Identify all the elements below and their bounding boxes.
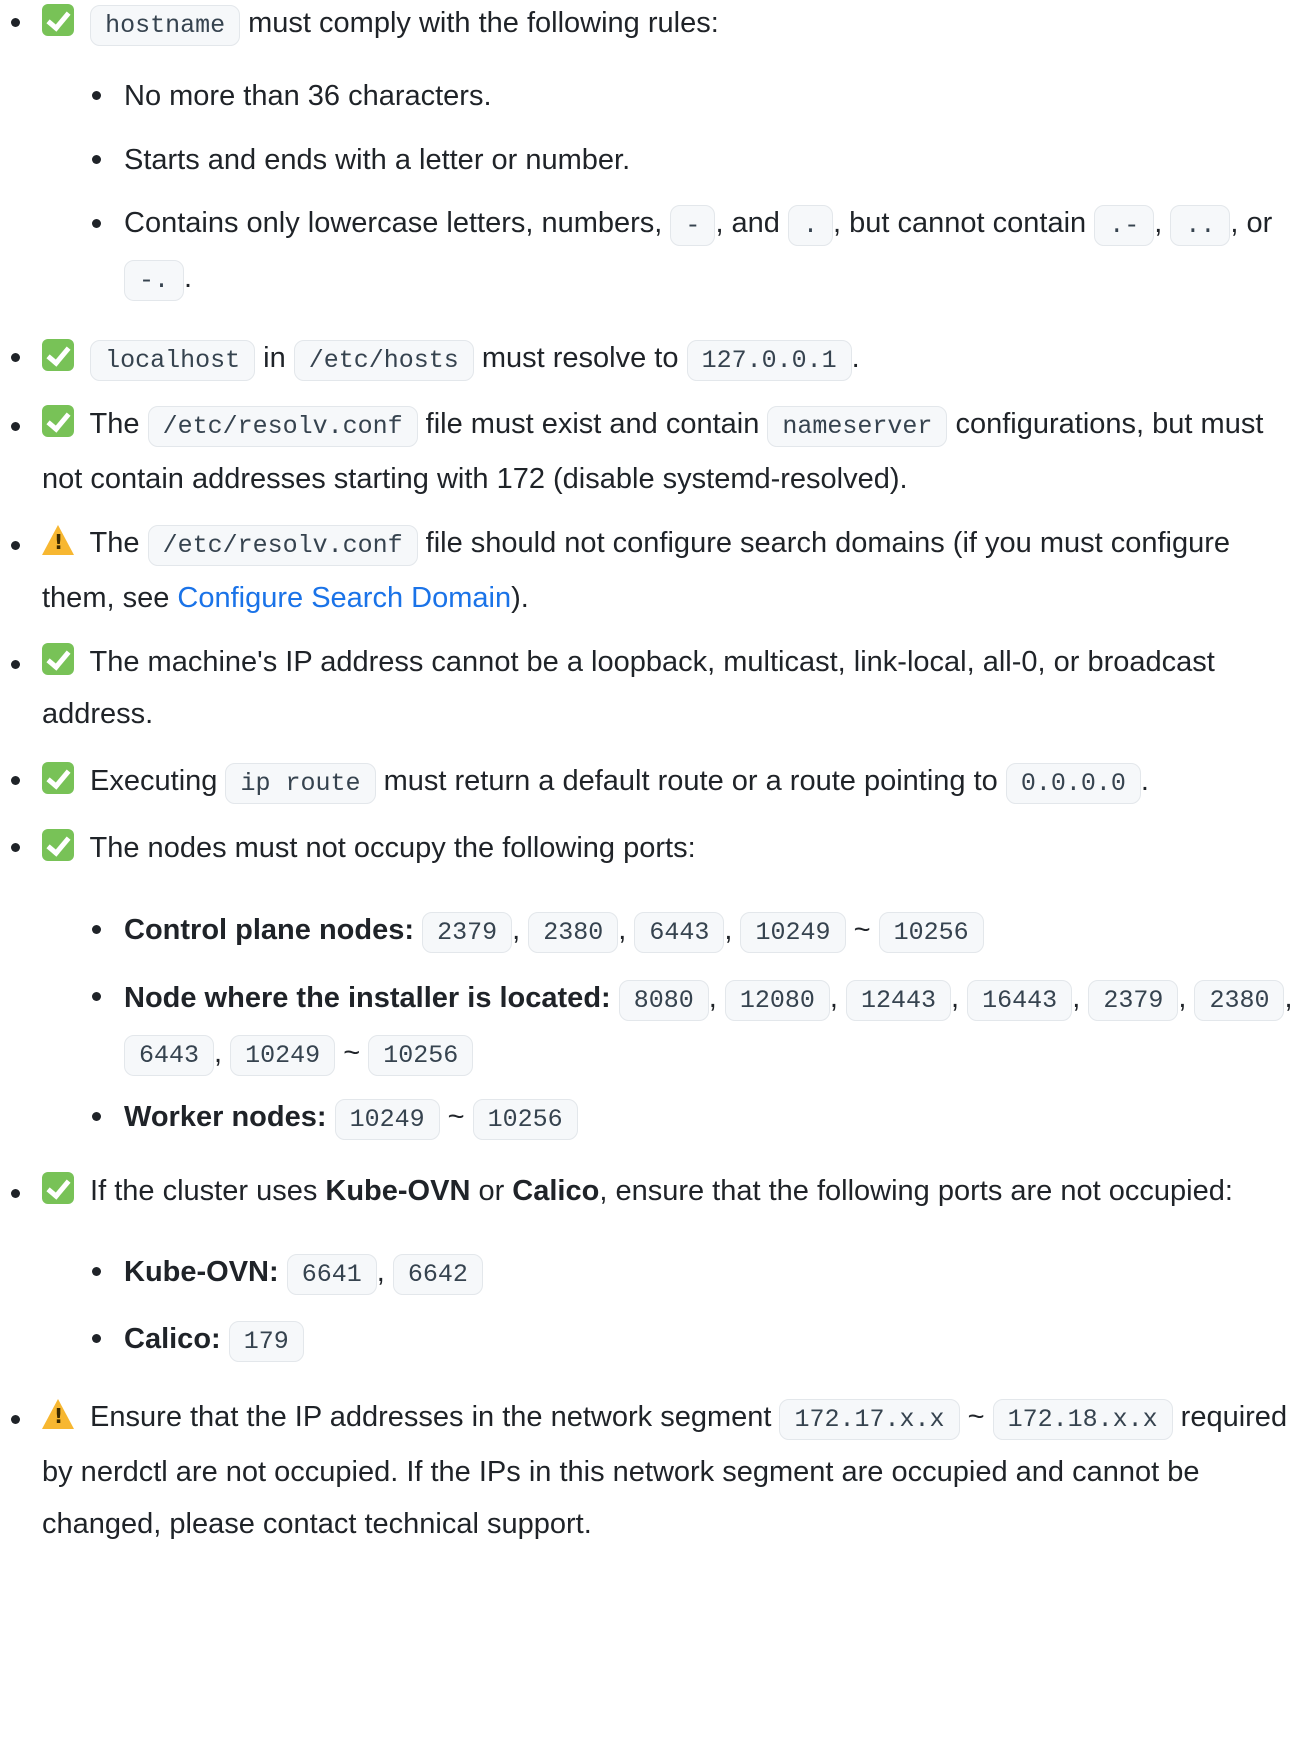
list-item-ip-address: The machine's IP address cannot be a loo… [0,636,1306,740]
configure-search-domain-link[interactable]: Configure Search Domain [177,582,511,614]
port-code: 10256 [472,1099,578,1140]
code-resolv-conf: /etc/resolv.conf [147,525,418,566]
port-code: 6642 [392,1254,483,1295]
list-item-hostname: hostname must comply with the following … [0,0,1306,307]
check-icon [42,643,74,675]
port-code: 12443 [846,980,952,1021]
code-nameserver: nameserver [767,406,948,447]
list-item-worker-ports: Worker nodes: 10249 ~ 10256 [82,1088,1306,1149]
hostname-rules-sublist: No more than 36 characters. Starts and e… [82,67,1306,307]
list-item-installer-ports: Node where the installer is located: 808… [82,968,1306,1082]
port-code: 6443 [124,1035,215,1076]
code-default-route-ip: 0.0.0.0 [1005,763,1141,804]
code-dot: . [788,205,834,246]
check-icon [42,829,74,861]
code-dash: - [670,205,716,246]
list-item-resolv-nameserver: The /etc/resolv.conf file must exist and… [0,398,1306,505]
port-code: 2380 [1194,980,1285,1021]
list-item-nerdctl-network: Ensure that the IP addresses in the netw… [0,1391,1306,1550]
list-item-max-chars: No more than 36 characters. [82,67,1306,125]
warning-icon [42,1399,74,1429]
code-etc-hosts: /etc/hosts [293,340,474,381]
port-code: 12080 [724,980,830,1021]
code-dot-dash: .- [1094,205,1155,246]
check-icon [42,405,74,437]
code-resolv-conf: /etc/resolv.conf [147,406,418,447]
port-code: 16443 [967,980,1073,1021]
code-loopback-ip: 127.0.0.1 [686,340,852,381]
requirements-list: hostname must comply with the following … [0,0,1306,1550]
list-item-calico-ports: Calico: 179 [82,1310,1306,1371]
check-icon [42,4,74,36]
list-item-control-plane-ports: Control plane nodes: 2379, 2380, 6443, 1… [82,901,1306,962]
code-localhost: localhost [90,340,256,381]
node-ports-sublist: Control plane nodes: 2379, 2380, 6443, 1… [82,901,1306,1149]
port-code: 6641 [286,1254,377,1295]
list-item-node-ports: The nodes must not occupy the following … [0,819,1306,1149]
list-item-allowed-chars: Contains only lowercase letters, numbers… [82,195,1306,307]
list-item-localhost: localhost in /etc/hosts must resolve to … [0,329,1306,390]
port-code: 10256 [878,912,984,953]
code-segment-end: 172.18.x.x [992,1399,1173,1440]
port-code: 179 [228,1321,304,1362]
port-code: 2380 [528,912,619,953]
port-code: 10249 [334,1099,440,1140]
check-icon [42,339,74,371]
list-item-kube-ovn-ports: Kube-OVN: 6641, 6642 [82,1243,1306,1304]
code-dash-dot: -. [124,260,185,301]
code-segment-start: 172.17.x.x [779,1399,960,1440]
code-dot-dot: .. [1170,205,1231,246]
port-code: 6443 [634,912,725,953]
check-icon [42,1172,74,1204]
port-code: 10249 [740,912,846,953]
list-item-cni-ports: If the cluster uses Kube-OVN or Calico, … [0,1165,1306,1371]
code-hostname: hostname [90,5,241,46]
check-icon [42,762,74,794]
port-code: 2379 [1088,980,1179,1021]
port-code: 8080 [618,980,709,1021]
port-code: 2379 [422,912,513,953]
port-code: 10249 [230,1035,336,1076]
list-item-ip-route: Executing ip route must return a default… [0,752,1306,813]
requirements-page: hostname must comply with the following … [0,0,1306,1757]
list-item-starts-ends: Starts and ends with a letter or number. [82,131,1306,189]
list-item-search-domains: The /etc/resolv.conf file should not con… [0,517,1306,624]
port-code: 10256 [368,1035,474,1076]
code-ip-route: ip route [225,763,376,804]
warning-icon [42,525,74,555]
cni-ports-sublist: Kube-OVN: 6641, 6642 Calico: 179 [82,1243,1306,1371]
